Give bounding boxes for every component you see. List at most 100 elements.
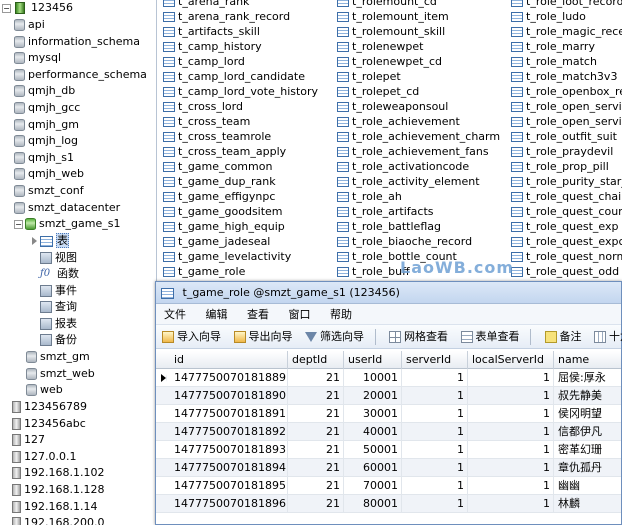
- table-list-item[interactable]: t_rolenewpet_cd: [337, 54, 442, 69]
- grid-cell-userId[interactable]: 10001: [344, 369, 402, 387]
- table-list-item[interactable]: t_rolepet: [337, 69, 401, 84]
- tree-node-database[interactable]: api: [14, 17, 45, 33]
- window-titlebar[interactable]: t_game_role @smzt_game_s1 (123456): [156, 282, 621, 304]
- table-row[interactable]: 1477750070181892 21 40001 1 1 信都伊凡: [156, 423, 621, 441]
- tree-node-database[interactable]: smzt_gm: [26, 349, 90, 365]
- grid-cell-deptId[interactable]: 21: [288, 369, 344, 387]
- tree-node-object[interactable]: 事件: [32, 283, 77, 299]
- memo-button[interactable]: 备注: [542, 325, 585, 349]
- grid-cell-userId[interactable]: 60001: [344, 459, 402, 477]
- grid-cell-serverId[interactable]: 1: [402, 405, 468, 423]
- grid-cell-serverId[interactable]: 1: [402, 477, 468, 495]
- table-list-item[interactable]: t_role_artifacts: [337, 204, 434, 219]
- table-list-item[interactable]: t_role_battleflag: [337, 219, 441, 234]
- grid-cell-name[interactable]: 叔先静美: [554, 387, 622, 405]
- column-header-localServerId[interactable]: localServerId: [468, 351, 554, 369]
- export-wizard-button[interactable]: 导出向导: [231, 325, 296, 349]
- tree-node-database[interactable]: smzt_conf: [14, 183, 84, 199]
- table-row[interactable]: 1477750070181895 21 70001 1 1 幽幽: [156, 477, 621, 495]
- grid-cell-userId[interactable]: 80001: [344, 495, 402, 513]
- table-list-item[interactable]: t_cross_lord: [163, 99, 243, 114]
- table-list-item[interactable]: t_cross_team_apply: [163, 144, 286, 159]
- table-list-item[interactable]: t_role_ah: [337, 189, 402, 204]
- tree-node-database[interactable]: smzt_web: [26, 366, 95, 382]
- column-header-name[interactable]: name: [554, 351, 622, 369]
- table-list-item[interactable]: t_arena_rank_record: [163, 9, 290, 24]
- table-list-item[interactable]: t_camp_lord_vote_history: [163, 84, 318, 99]
- tree-node-database[interactable]: web: [26, 382, 63, 398]
- table-list-item[interactable]: t_rolepet_cd: [337, 84, 419, 99]
- grid-cell-name[interactable]: 屈侯:厚永: [554, 369, 622, 387]
- table-list-item[interactable]: t_role_quest_exp: [511, 219, 618, 234]
- tree-node-object[interactable]: 查询: [32, 299, 77, 315]
- grid-cell-deptId[interactable]: 21: [288, 459, 344, 477]
- table-row[interactable]: 1477750070181893 21 50001 1 1 密革幻珊: [156, 441, 621, 459]
- grid-cell-name[interactable]: 侯冈明望: [554, 405, 622, 423]
- table-row[interactable]: 1477750070181889 21 10001 1 1 屈侯:厚永: [156, 369, 621, 387]
- menu-file[interactable]: 文件: [156, 304, 194, 325]
- table-list-item[interactable]: t_role_ludo: [511, 9, 586, 24]
- import-wizard-button[interactable]: 导入向导: [159, 325, 224, 349]
- table-row[interactable]: 1477750070181896 21 80001 1 1 林麟: [156, 495, 621, 513]
- column-header-userId[interactable]: userId: [344, 351, 402, 369]
- table-list-item[interactable]: t_role_achievement_charm: [337, 129, 500, 144]
- table-list-item[interactable]: t_rolenewpet: [337, 39, 423, 54]
- tree-node-connection[interactable]: 192.168.1.102: [12, 465, 104, 481]
- grid-cell-deptId[interactable]: 21: [288, 405, 344, 423]
- collapse-icon[interactable]: −: [2, 3, 11, 13]
- tree-node-object[interactable]: 报表: [32, 316, 77, 332]
- grid-cell-userId[interactable]: 40001: [344, 423, 402, 441]
- table-list-item[interactable]: t_rolemount_item: [337, 9, 449, 24]
- tree-node-database[interactable]: qmjh_gcc: [14, 100, 80, 116]
- grid-cell-localServerId[interactable]: 1: [468, 423, 554, 441]
- tree-node-connection[interactable]: 123456789: [12, 399, 87, 415]
- grid-cell-serverId[interactable]: 1: [402, 495, 468, 513]
- collapse-icon[interactable]: −: [14, 219, 23, 229]
- column-header-deptId[interactable]: deptId: [288, 351, 344, 369]
- tree-node-database[interactable]: qmjh_db: [14, 83, 75, 99]
- table-list-item[interactable]: t_role_quest_expcon: [511, 234, 622, 249]
- table-list-item[interactable]: t_game_dup_rank: [163, 174, 276, 189]
- table-list-item[interactable]: t_role_achievement_fans: [337, 144, 489, 159]
- table-list-item[interactable]: t_cross_team: [163, 114, 250, 129]
- grid-cell-deptId[interactable]: 21: [288, 441, 344, 459]
- grid-cell-userId[interactable]: 30001: [344, 405, 402, 423]
- menu-view[interactable]: 查看: [239, 304, 277, 325]
- table-list-item[interactable]: t_role_activity_element: [337, 174, 480, 189]
- tree-node-connection[interactable]: 192.168.200.0: [12, 515, 104, 525]
- data-grid[interactable]: id deptId userId serverId localServerId name 1…: [156, 351, 621, 513]
- tree-node-database[interactable]: qmjh_web: [14, 166, 84, 182]
- table-list-item[interactable]: t_role_magic_receive: [511, 24, 622, 39]
- filter-wizard-button[interactable]: 筛选向导: [302, 325, 367, 349]
- tree-node-database[interactable]: qmjh_s1: [14, 150, 74, 166]
- grid-cell-localServerId[interactable]: 1: [468, 441, 554, 459]
- menu-help[interactable]: 帮助: [322, 304, 360, 325]
- grid-cell-localServerId[interactable]: 1: [468, 405, 554, 423]
- table-list-item[interactable]: t_role_quest_normal: [511, 249, 622, 264]
- tree-node-database[interactable]: qmjh_log: [14, 133, 78, 149]
- grid-cell-deptId[interactable]: 21: [288, 477, 344, 495]
- table-list-item[interactable]: t_role_match: [511, 54, 597, 69]
- tree-node-object[interactable]: 备份: [32, 332, 77, 348]
- grid-cell-id[interactable]: 1477750070181893: [170, 441, 288, 459]
- table-list-item[interactable]: t_role_prop_pill: [511, 159, 609, 174]
- menu-window[interactable]: 窗口: [281, 304, 319, 325]
- grid-cell-userId[interactable]: 70001: [344, 477, 402, 495]
- grid-cell-id[interactable]: 1477750070181889: [170, 369, 288, 387]
- table-list-item[interactable]: t_role_achievement: [337, 114, 460, 129]
- table-list-item[interactable]: t_role_quest_chain: [511, 189, 622, 204]
- table-list-item[interactable]: t_role_praydevil: [511, 144, 613, 159]
- tree-node-connection[interactable]: − 123456: [2, 0, 73, 16]
- column-header-serverId[interactable]: serverId: [402, 351, 468, 369]
- table-list-item[interactable]: t_artifacts_skill: [163, 24, 260, 39]
- grid-cell-localServerId[interactable]: 1: [468, 459, 554, 477]
- expand-arrow-icon[interactable]: [32, 237, 37, 245]
- grid-cell-serverId[interactable]: 1: [402, 387, 468, 405]
- table-row[interactable]: 1477750070181894 21 60001 1 1 章仇孤丹: [156, 459, 621, 477]
- table-list-item[interactable]: t_camp_history: [163, 39, 262, 54]
- table-list-item[interactable]: t_game_common: [163, 159, 272, 174]
- grid-cell-serverId[interactable]: 1: [402, 369, 468, 387]
- table-list-item[interactable]: t_game_effigynpc: [163, 189, 275, 204]
- table-list-item[interactable]: t_role_marry: [511, 39, 595, 54]
- menu-edit[interactable]: 编辑: [198, 304, 236, 325]
